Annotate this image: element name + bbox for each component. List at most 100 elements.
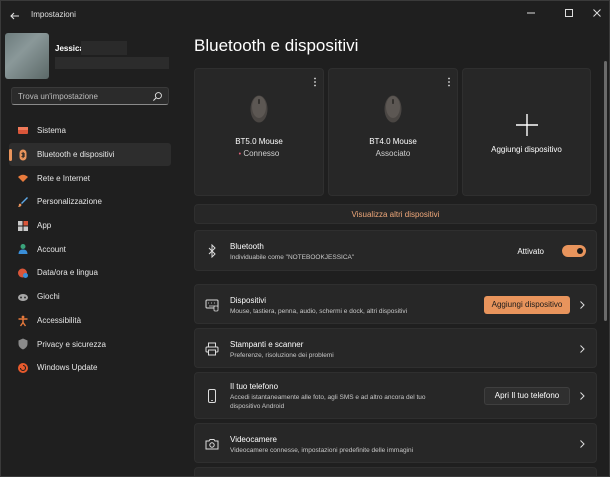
- gamepad-icon: [18, 293, 28, 301]
- search-box[interactable]: [11, 87, 169, 105]
- minimize-button[interactable]: [521, 5, 541, 21]
- wifi-icon: [18, 175, 28, 183]
- minimize-icon: [527, 12, 535, 14]
- sidebar-item-app[interactable]: App: [9, 214, 171, 238]
- keyboard-icon: [205, 299, 219, 312]
- redacted-text: [81, 41, 127, 55]
- sidebar-item-privacy[interactable]: Privacy e sicurezza: [9, 332, 171, 356]
- sidebar-item-label: Windows Update: [37, 363, 98, 373]
- add-device-label: Aggiungi dispositivo: [491, 145, 562, 154]
- device-name: BT4.0 Mouse: [369, 137, 417, 146]
- sidebar-item-giochi[interactable]: Giochi: [9, 285, 171, 309]
- cameras-row[interactable]: Videocamere Videocamere connesse, impost…: [194, 423, 597, 463]
- sidebar-item-data-ora[interactable]: Data/ora e lingua: [9, 261, 171, 285]
- sidebar-item-label: Personalizzazione: [37, 197, 102, 207]
- row-subtitle: Videocamere connesse, impostazioni prede…: [230, 447, 414, 454]
- sidebar-item-label: Sistema: [37, 126, 66, 136]
- search-icon[interactable]: [152, 91, 163, 102]
- user-avatar[interactable]: [5, 33, 49, 79]
- phone-row[interactable]: Il tuo telefono Accedi istantaneamente a…: [194, 372, 597, 419]
- apps-icon: [18, 220, 28, 231]
- globe-clock-icon: [18, 268, 28, 279]
- row-title: Bluetooth: [230, 242, 264, 251]
- open-phone-button[interactable]: Apri Il tuo telefono: [484, 387, 570, 405]
- row-subtitle: Mouse, tastiera, penna, audio, schermi e…: [230, 308, 408, 315]
- redacted-email: [55, 57, 169, 69]
- monitor-icon: [18, 127, 28, 134]
- page-title: Bluetooth e dispositivi: [194, 36, 359, 55]
- bluetooth-row: Bluetooth Individuabile come "NOTEBOOKJE…: [194, 230, 597, 271]
- shield-icon: [18, 338, 28, 350]
- accessibility-icon: [18, 315, 28, 326]
- sidebar-item-bluetooth[interactable]: Bluetooth e dispositivi: [9, 142, 171, 167]
- row-subtitle: Individuabile come "NOTEBOOKJESSICA": [230, 254, 355, 261]
- more-options-icon[interactable]: [313, 77, 317, 87]
- row-title: Videocamere: [230, 435, 277, 444]
- sidebar-item-label: Data/ora e lingua: [37, 268, 98, 278]
- more-options-icon[interactable]: [447, 77, 451, 87]
- device-status: • Connesso: [195, 149, 323, 158]
- back-button[interactable]: [7, 8, 23, 24]
- row-subtitle: Preferenze, risoluzione dei problemi: [230, 352, 334, 359]
- close-button[interactable]: [587, 5, 607, 21]
- mouse-icon: [384, 95, 402, 123]
- add-device-card[interactable]: Aggiungi dispositivo: [462, 68, 591, 196]
- toggle-state-label: Attivato: [517, 247, 544, 256]
- row-title: Stampanti e scanner: [230, 340, 304, 349]
- chevron-right-icon: [580, 345, 585, 353]
- printers-row[interactable]: Stampanti e scanner Preferenze, risoluzi…: [194, 328, 597, 368]
- bluetooth-icon: [208, 244, 216, 258]
- mouse-icon: [250, 95, 268, 123]
- title-bar: Impostazioni: [1, 1, 609, 31]
- device-card[interactable]: BT5.0 Mouse • Connesso: [194, 68, 324, 196]
- sidebar-item-label: Bluetooth e dispositivi: [37, 150, 115, 160]
- brush-icon: [18, 197, 28, 208]
- sidebar-item-label: App: [37, 221, 52, 231]
- devices-row[interactable]: Dispositivi Mouse, tastiera, penna, audi…: [194, 284, 597, 324]
- bluetooth-icon: [19, 149, 27, 161]
- sidebar-item-rete[interactable]: Rete e Internet: [9, 166, 171, 190]
- row-subtitle: dispositivo Android: [230, 403, 285, 410]
- sidebar-item-sistema[interactable]: Sistema: [9, 119, 171, 143]
- chevron-right-icon: [580, 301, 585, 309]
- next-row-partial[interactable]: [194, 467, 597, 476]
- search-input[interactable]: [18, 90, 148, 102]
- maximize-button[interactable]: [559, 5, 579, 21]
- back-arrow-icon: [10, 12, 19, 20]
- device-card[interactable]: BT4.0 Mouse Associato: [328, 68, 458, 196]
- camera-icon: [205, 439, 219, 450]
- device-status-text: Connesso: [243, 149, 280, 158]
- app-title: Impostazioni: [31, 10, 76, 19]
- row-subtitle: Accedi istantaneamente alle foto, agli S…: [230, 394, 426, 401]
- printer-icon: [205, 342, 219, 356]
- sidebar-item-label: Privacy e sicurezza: [37, 339, 106, 349]
- sidebar-item-account[interactable]: Account: [9, 237, 171, 261]
- settings-window: Impostazioni Jessica Sistema: [0, 0, 610, 477]
- user-name: Jessica: [55, 44, 84, 53]
- scrollbar[interactable]: [604, 61, 607, 321]
- sidebar-item-label: Rete e Internet: [37, 173, 90, 183]
- connected-dot-icon: •: [238, 151, 242, 158]
- person-icon: [18, 244, 28, 255]
- add-device-button[interactable]: Aggiungi dispositivo: [484, 296, 570, 314]
- chevron-right-icon: [580, 440, 585, 448]
- row-title: Il tuo telefono: [230, 382, 279, 391]
- sidebar-item-windows-update[interactable]: Windows Update: [9, 356, 171, 380]
- bluetooth-toggle[interactable]: [562, 245, 586, 257]
- sidebar-item-accessibilita[interactable]: Accessibilità: [9, 309, 171, 333]
- close-icon: [593, 9, 601, 17]
- update-icon: [18, 362, 28, 373]
- sidebar-item-label: Giochi: [37, 292, 60, 302]
- sidebar-nav: Sistema Bluetooth e dispositivi Rete e I…: [9, 119, 171, 380]
- device-status-text: Associato: [375, 149, 411, 158]
- show-more-devices-link[interactable]: Visualizza altri dispositivi: [194, 204, 597, 224]
- chevron-right-icon: [580, 392, 585, 400]
- sidebar-item-label: Account: [37, 244, 66, 254]
- row-title: Dispositivi: [230, 296, 267, 305]
- phone-icon: [208, 389, 216, 403]
- sidebar-item-personalizzazione[interactable]: Personalizzazione: [9, 190, 171, 214]
- sidebar-item-label: Accessibilità: [37, 315, 82, 325]
- plus-icon: [515, 114, 538, 136]
- device-name: BT5.0 Mouse: [235, 137, 283, 146]
- maximize-icon: [565, 9, 573, 17]
